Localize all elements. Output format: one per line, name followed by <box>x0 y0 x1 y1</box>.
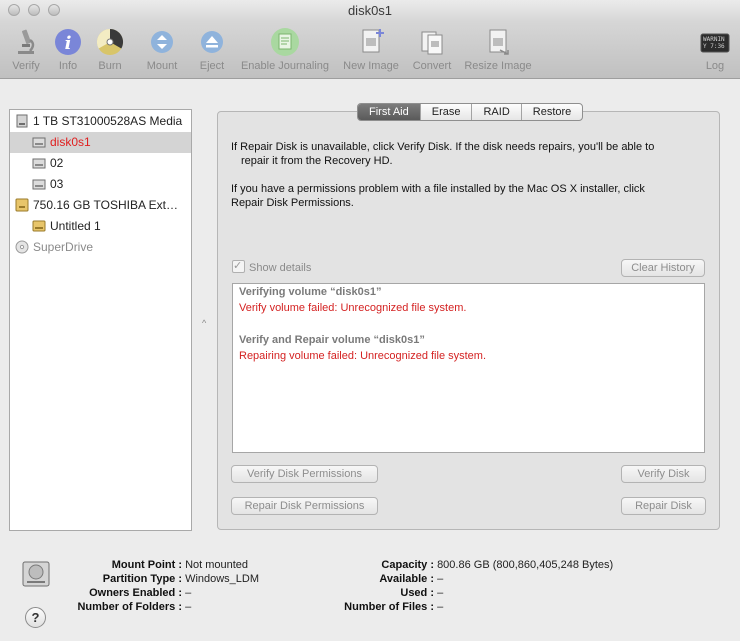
new-image-toolbar-button[interactable]: New Image <box>340 26 402 72</box>
microscope-icon <box>18 29 35 54</box>
checkbox-checked <box>232 258 245 274</box>
tab-restore[interactable]: Restore <box>520 104 583 120</box>
tab-erase[interactable]: Erase <box>419 104 472 120</box>
hard-drive-icon <box>16 114 28 128</box>
optical-disc-icon <box>15 240 29 254</box>
close-button[interactable] <box>8 4 20 16</box>
title-bar: disk0s1 <box>0 0 740 22</box>
zoom-button[interactable] <box>48 4 60 16</box>
log-toolbar-button[interactable]: WARNIN Y 7:36 Log <box>698 26 732 72</box>
permissions-line-2: Repair Disk Permissions. <box>231 197 354 209</box>
partition-type-value: Windows_LDM <box>185 573 260 585</box>
svg-text:i: i <box>65 33 72 54</box>
instructions-line-2: repair it from the Recovery HD. <box>241 155 393 167</box>
new-image-icon <box>362 29 384 53</box>
sidebar-item-superdrive[interactable]: SuperDrive <box>10 237 191 258</box>
split-view-handle[interactable]: ^ <box>202 318 206 328</box>
disk-info-left: Mount Point : Not mounted Partition Type… <box>77 559 260 613</box>
repair-disk-permissions-button[interactable]: Repair Disk Permissions <box>231 497 378 515</box>
sidebar-item-03[interactable]: 03 <box>10 174 191 195</box>
clear-history-button[interactable]: Clear History <box>621 259 705 277</box>
sidebar-item-toshiba-drive[interactable]: 750.16 GB TOSHIBA Ext… <box>10 195 191 216</box>
tab-bar: First Aid Erase RAID Restore <box>357 103 584 121</box>
log-heading-verify: Verifying volume “disk0s1” <box>239 286 382 298</box>
repair-disk-button[interactable]: Repair Disk <box>621 497 706 515</box>
sidebar-item-untitled-1[interactable]: Untitled 1 <box>10 216 191 237</box>
first-aid-log: Verifying volume “disk0s1” Verify volume… <box>232 283 705 453</box>
available-value: – <box>437 573 444 585</box>
disk-info-right: Capacity : 800.86 GB (800,860,405,248 By… <box>344 559 614 613</box>
external-volume-icon <box>32 220 46 232</box>
disk-list-sidebar: 1 TB ST31000528AS Media disk0s1 02 03 75… <box>9 109 192 531</box>
sidebar-item-02[interactable]: 02 <box>10 153 191 174</box>
mount-icon <box>151 31 173 53</box>
convert-icon <box>421 31 443 55</box>
mount-point-value: Not mounted <box>185 559 249 571</box>
window-title: disk0s1 <box>347 3 393 18</box>
volume-icon <box>32 179 46 190</box>
tab-first-aid[interactable]: First Aid <box>358 104 420 120</box>
files-value: – <box>437 601 444 613</box>
volume-icon <box>32 158 46 169</box>
resize-image-toolbar-button[interactable]: Resize Image <box>462 26 534 72</box>
enable-journaling-toolbar-button[interactable]: Enable Journaling <box>237 26 333 72</box>
sidebar-item-disk0s1[interactable]: disk0s1 <box>10 132 191 153</box>
mount-toolbar-button[interactable]: Mount <box>141 26 183 72</box>
verify-disk-permissions-button[interactable]: Verify Disk Permissions <box>231 465 378 483</box>
burn-toolbar-button[interactable]: Burn <box>92 26 128 72</box>
capacity-value: 800.86 GB (800,860,405,248 Bytes) <box>437 559 614 571</box>
permissions-line-1: If you have a permissions problem with a… <box>231 183 645 195</box>
console-log-icon: WARNINY 7:36 <box>700 33 730 53</box>
used-value: – <box>437 587 444 599</box>
tab-raid[interactable]: RAID <box>471 104 520 120</box>
help-button[interactable]: ? <box>25 607 46 628</box>
external-drive-icon <box>15 198 29 212</box>
journaling-icon <box>271 28 299 56</box>
svg-text:Y 7:36: Y 7:36 <box>703 43 725 50</box>
show-details-checkbox[interactable]: Show details <box>232 258 311 276</box>
burn-icon <box>96 28 124 55</box>
toolbar: Verify i Info Burn Mount Eject Enable Jo… <box>0 22 740 79</box>
sidebar-item-1tb-drive[interactable]: 1 TB ST31000528AS Media <box>10 111 191 132</box>
instructions-line-1: If Repair Disk is unavailable, click Ver… <box>231 141 655 153</box>
info-icon: i <box>55 29 81 55</box>
resize-image-icon <box>489 29 509 55</box>
eject-toolbar-button[interactable]: Eject <box>194 26 230 72</box>
log-heading-repair: Verify and Repair volume “disk0s1” <box>239 334 425 346</box>
info-toolbar-button[interactable]: i Info <box>51 26 85 72</box>
verify-disk-button[interactable]: Verify Disk <box>621 465 706 483</box>
convert-toolbar-button[interactable]: Convert <box>409 26 455 72</box>
log-error-verify: Verify volume failed: Unrecognized file … <box>239 302 467 314</box>
eject-icon <box>201 31 223 53</box>
log-error-repair: Repairing volume failed: Unrecognized fi… <box>239 350 487 362</box>
minimize-button[interactable] <box>28 4 40 16</box>
folders-value: – <box>185 601 192 613</box>
verify-toolbar-button[interactable]: Verify <box>6 26 46 72</box>
disk-utility-window: disk0s1 Verify i Info Burn Mount Eject E… <box>0 0 740 641</box>
volume-icon <box>32 137 46 148</box>
owners-enabled-value: – <box>185 587 192 599</box>
disk-info-icon <box>22 561 50 587</box>
svg-text:WARNIN: WARNIN <box>703 36 725 43</box>
